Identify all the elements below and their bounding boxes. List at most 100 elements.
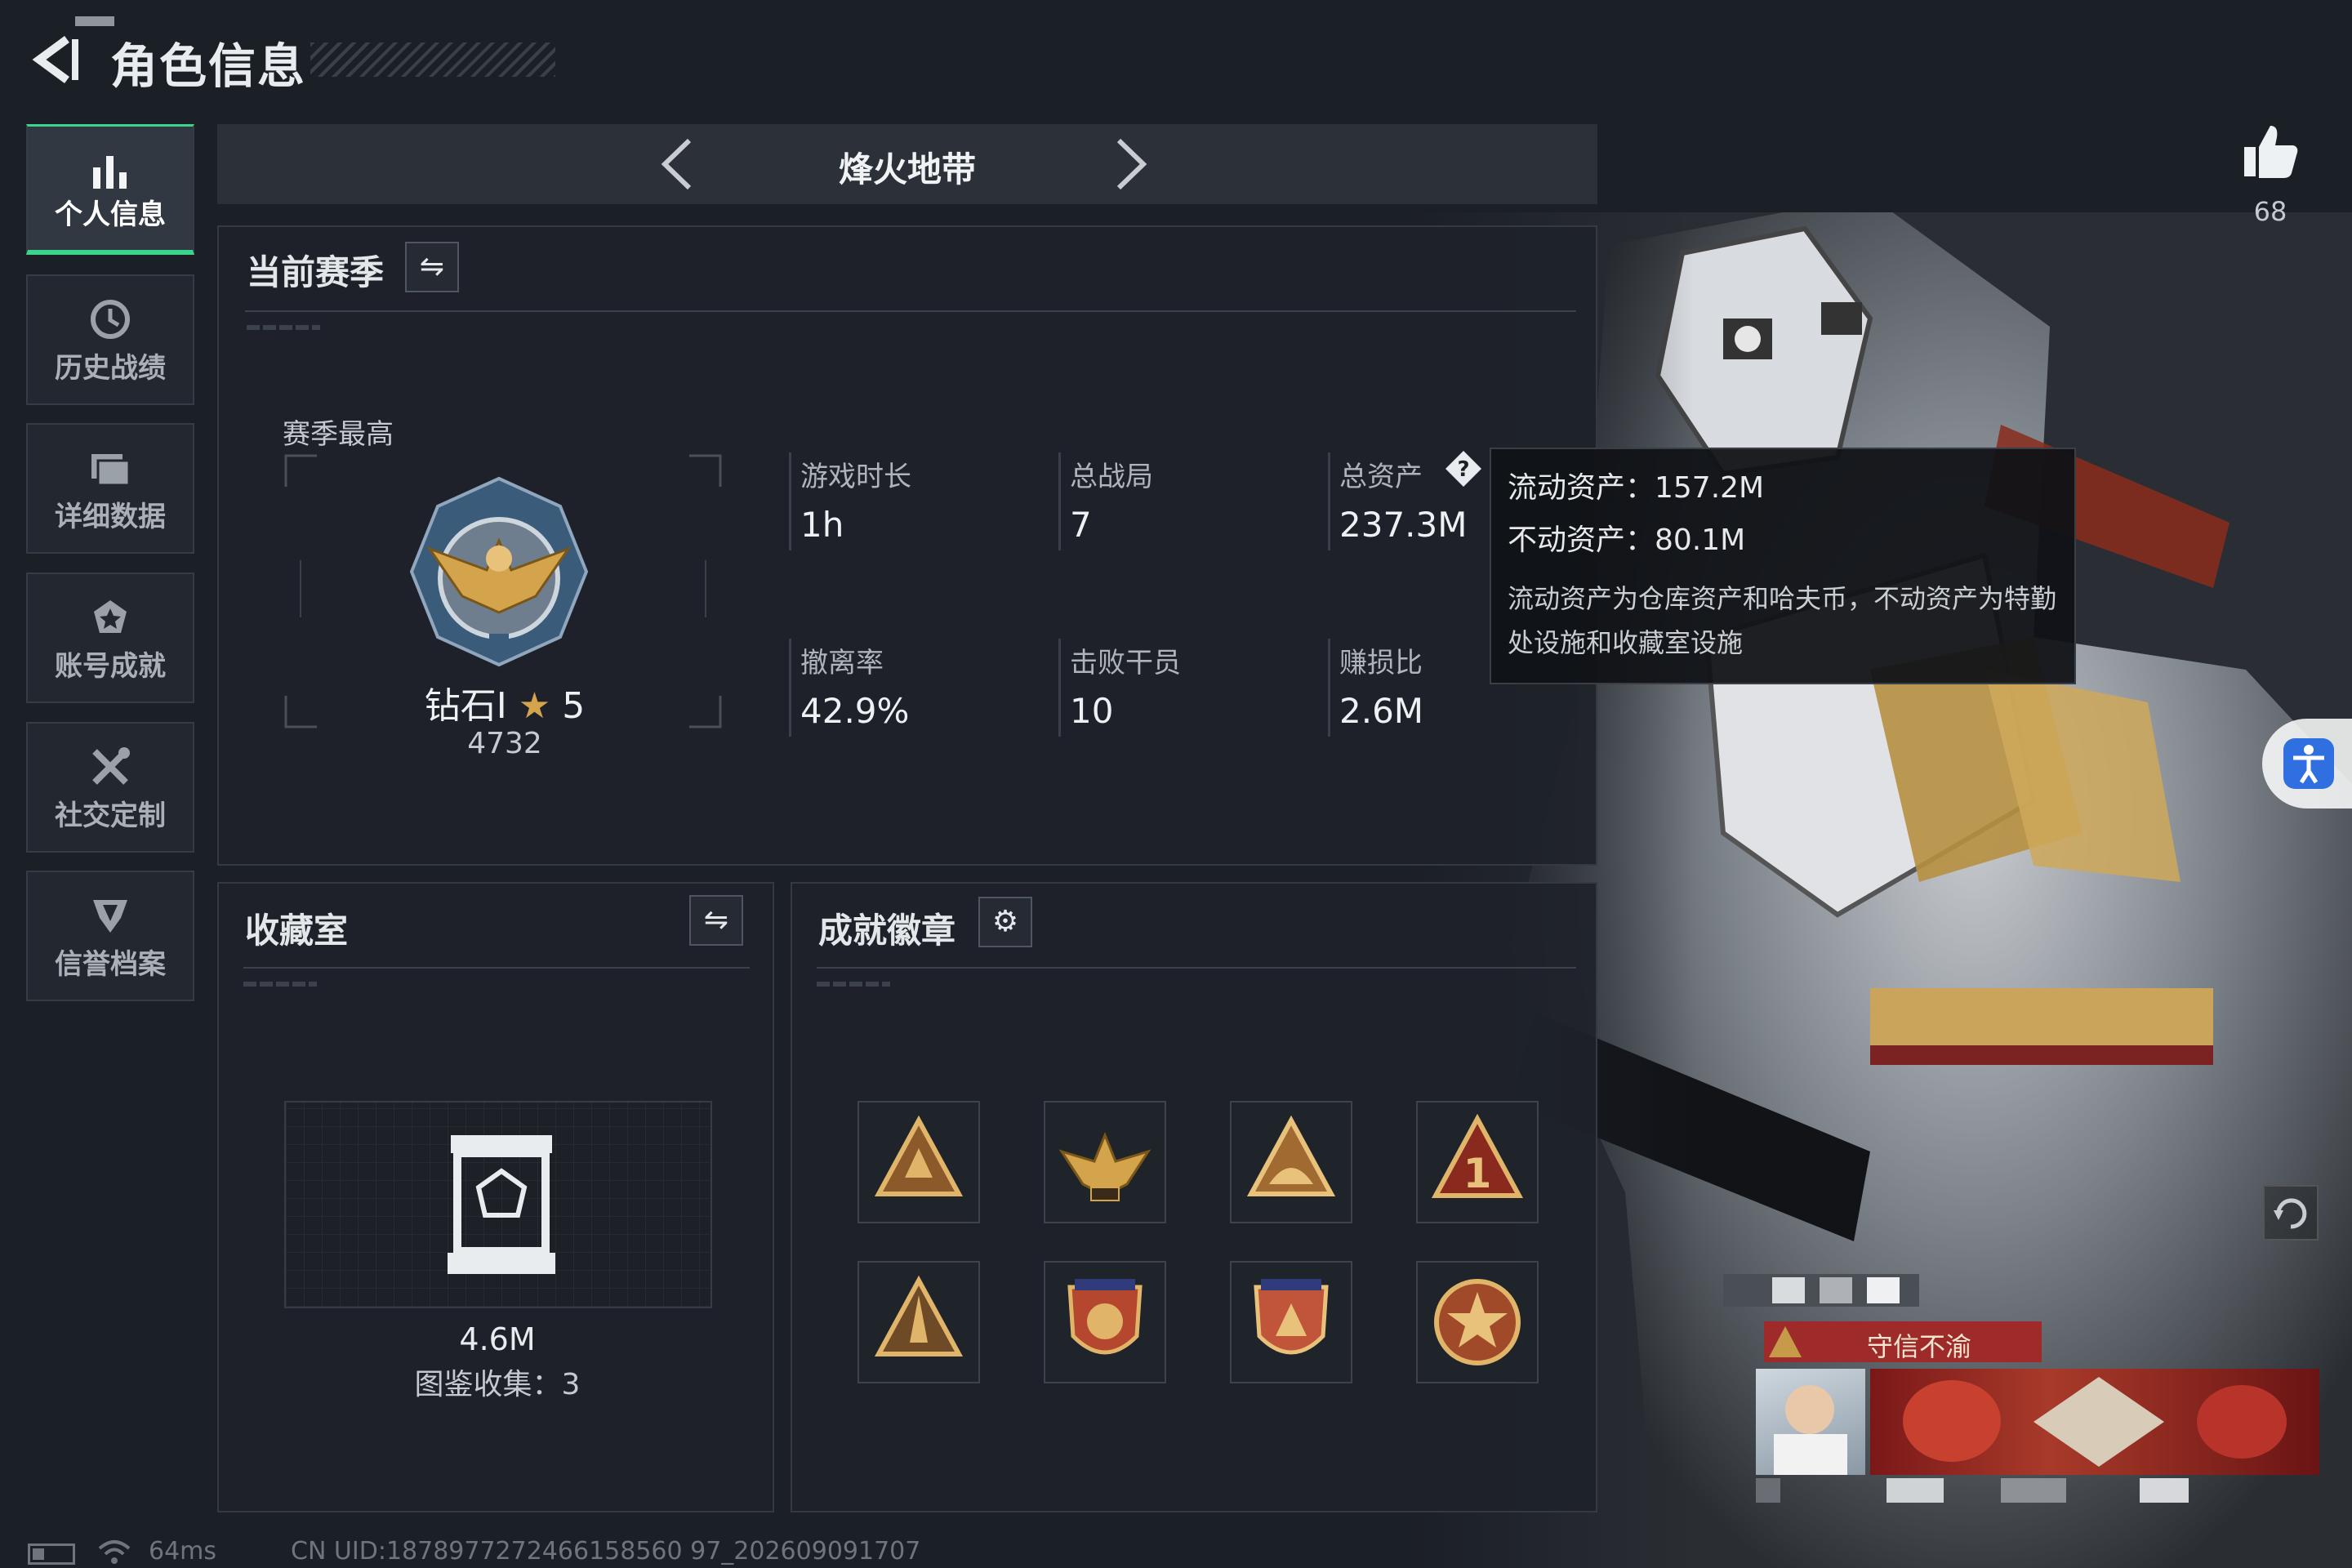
nav-social-custom[interactable]: 社交定制 — [26, 722, 194, 853]
rank-score: 4732 — [467, 727, 542, 760]
accessibility-button[interactable] — [2262, 719, 2352, 808]
svg-text:1: 1 — [1463, 1150, 1492, 1197]
stat-label: 总战局 — [1070, 461, 1153, 493]
stat-label: 赚损比 — [1339, 647, 1423, 679]
badge-slot[interactable] — [1044, 1101, 1166, 1223]
swap-icon[interactable]: ⇋ — [689, 895, 743, 946]
badge-slot[interactable] — [1230, 1101, 1352, 1223]
nav-label: 历史战绩 — [55, 352, 166, 385]
asset-note: 流动资产为仓库资产和哈夫币，不动资产为特勤处设施和收藏室设施 — [1508, 583, 2057, 658]
folder-stack-icon — [28, 446, 193, 500]
stat-value: 42.9% — [800, 691, 910, 731]
panel-title: 收藏室 — [245, 911, 349, 951]
achievement-star-icon — [28, 595, 193, 649]
rank-label: 钻石Ⅰ ★ 5 — [415, 676, 595, 728]
panel-title: 成就徽章 — [818, 911, 956, 951]
stat-separator — [1328, 639, 1330, 737]
stat-label: 击败干员 — [1070, 647, 1181, 679]
thumbs-up-icon[interactable] — [2238, 119, 2303, 185]
title-tag-label: 守信不渝 — [1866, 1331, 1971, 1362]
help-icon[interactable]: ? — [1444, 449, 1483, 488]
stat-label: 撤离率 — [800, 647, 884, 679]
stat-separator — [789, 452, 791, 550]
crest-badge-icon — [1067, 1279, 1143, 1355]
divider — [817, 967, 1576, 969]
nav-detailed-data[interactable]: 详细数据 — [26, 423, 194, 554]
collection-preview[interactable] — [284, 1101, 712, 1308]
title-hatch-decoration — [310, 42, 555, 77]
stat-value: 237.3M — [1339, 505, 1468, 545]
eagle-badge-icon — [1058, 1132, 1152, 1201]
rotate-icon[interactable] — [2262, 1184, 2319, 1241]
player-banner — [1870, 1369, 2319, 1475]
liquid-assets: 流动资产：157.2M — [1508, 471, 1765, 505]
stat-label: 游戏时长 — [800, 461, 911, 493]
title-accent-bar — [75, 16, 114, 26]
triangle-badge-icon — [1246, 1115, 1336, 1196]
stat-separator — [1058, 639, 1061, 737]
nav-history[interactable]: 历史战绩 — [26, 274, 194, 405]
display-case-icon — [448, 1135, 555, 1274]
asset-tooltip: 流动资产：157.2M 不动资产：80.1M 流动资产为仓库资产和哈夫币，不动资… — [1490, 448, 2076, 684]
rank-star-icon: ★ — [518, 685, 551, 727]
rocket-badge-icon — [874, 1275, 964, 1356]
nav-label: 社交定制 — [55, 800, 166, 832]
crest-badge-icon — [1254, 1279, 1329, 1355]
stat-separator — [1328, 452, 1330, 550]
stat-separator — [1058, 452, 1061, 550]
gear-icon[interactable]: ⚙ — [978, 897, 1032, 947]
accessibility-icon — [2283, 738, 2334, 789]
wifi-icon — [98, 1540, 131, 1564]
divider-decoration — [243, 982, 317, 987]
redacted-strip — [1756, 1478, 2213, 1503]
swap-icon[interactable]: ⇋ — [405, 242, 459, 292]
stat-value: 7 — [1070, 505, 1092, 545]
panel-title: 当前赛季 — [247, 252, 385, 292]
badge-slot[interactable] — [1044, 1261, 1166, 1383]
title-tag: 守信不渝 — [1764, 1321, 2042, 1362]
diamond-rank-emblem-icon — [409, 476, 589, 667]
stat-value: 2.6M — [1339, 691, 1424, 731]
stat-separator — [789, 639, 791, 737]
stat-value: 1h — [800, 505, 844, 545]
nav-achievements[interactable]: 账号成就 — [26, 572, 194, 703]
svg-text:?: ? — [1457, 457, 1469, 482]
collection-value: 4.6M — [459, 1321, 536, 1357]
collection-room-panel: 收藏室 ⇋ 4.6M 图鉴收集：3 — [217, 882, 774, 1512]
stat-label: 总资产 — [1339, 461, 1423, 493]
page-title: 角色信息 — [110, 38, 307, 94]
ping-value: 64ms — [149, 1537, 217, 1566]
credit-shield-icon — [28, 893, 193, 947]
fixed-assets: 不动资产：80.1M — [1508, 523, 1746, 557]
nav-label: 详细数据 — [55, 501, 166, 533]
player-uid: CN UID:1878977272466158560 97_2026090917… — [291, 1537, 921, 1566]
scale-icon — [1769, 1326, 1802, 1357]
nav-label: 信誉档案 — [55, 948, 166, 981]
badge-slot[interactable] — [1416, 1261, 1539, 1383]
player-avatar[interactable] — [1756, 1369, 1865, 1475]
nav-label: 账号成就 — [55, 650, 166, 683]
like-count: 68 — [2253, 196, 2287, 227]
current-season-panel: 当前赛季 ⇋ 赛季最高 钻石Ⅰ ★ 5 4732 游戏时长 1h 总战局 7 总… — [217, 225, 1597, 866]
rank-name: 钻石Ⅰ — [424, 685, 507, 727]
nav-personal-info[interactable]: 个人信息 — [26, 124, 194, 255]
divider — [243, 967, 750, 969]
divider — [245, 310, 1576, 312]
badge-slot[interactable] — [858, 1101, 980, 1223]
mode-title: 烽火地带 — [838, 149, 976, 189]
nav-credit-file[interactable]: 信誉档案 — [26, 871, 194, 1001]
number-one-badge-icon: 1 — [1431, 1113, 1524, 1198]
battery-icon — [28, 1544, 75, 1565]
divider-decoration — [247, 325, 320, 330]
nav-label: 个人信息 — [55, 198, 166, 231]
badge-slot[interactable]: 1 — [1416, 1101, 1539, 1223]
badge-slot[interactable] — [1230, 1261, 1352, 1383]
badge-slot[interactable] — [858, 1261, 980, 1383]
star-medal-badge-icon — [1434, 1279, 1521, 1365]
achievement-badges-panel: 成就徽章 ⚙ 1 — [791, 882, 1597, 1512]
season-best-label: 赛季最高 — [283, 418, 394, 451]
back-arrow-icon[interactable] — [24, 31, 82, 88]
divider-decoration — [817, 982, 890, 987]
chevron-right-icon[interactable] — [1106, 136, 1155, 193]
mode-switcher: 烽火地带 — [217, 124, 1597, 204]
